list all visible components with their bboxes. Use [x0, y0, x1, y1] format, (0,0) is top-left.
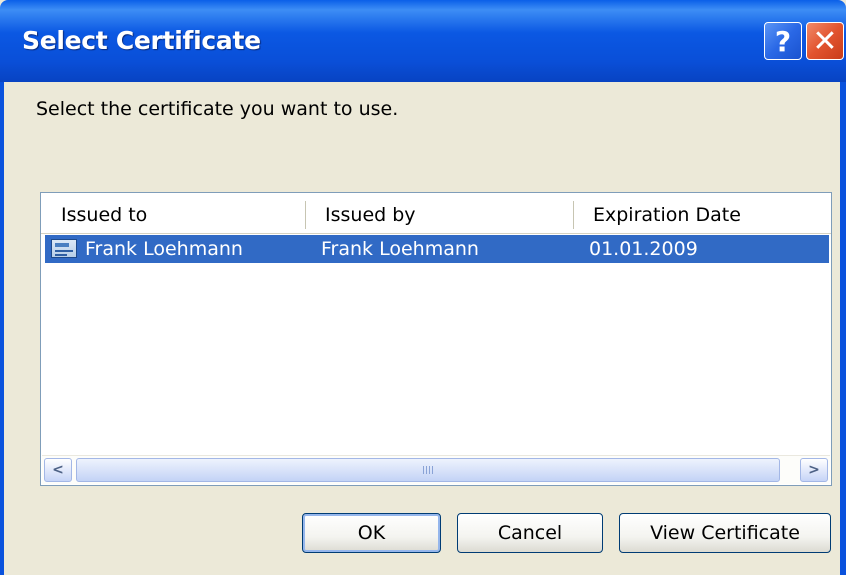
cancel-button[interactable]: Cancel: [457, 513, 603, 553]
window-frame-right: [840, 82, 846, 575]
close-button[interactable]: ✕: [806, 22, 844, 60]
column-divider[interactable]: [305, 201, 307, 229]
certificate-list[interactable]: Issued to Issued by Expiration Date Fran…: [40, 192, 832, 486]
select-certificate-dialog: Select Certificate ? ✕ Select the certif…: [0, 0, 846, 575]
help-button[interactable]: ?: [764, 22, 802, 60]
column-header-issued-to[interactable]: Issued to: [61, 193, 147, 233]
scrollbar-thumb[interactable]: [76, 458, 780, 482]
cell-issued-by: Frank Loehmann: [321, 238, 479, 260]
list-header: Issued to Issued by Expiration Date: [41, 193, 831, 234]
title-bar[interactable]: Select Certificate ? ✕: [0, 0, 846, 82]
instruction-text: Select the certificate you want to use.: [36, 98, 399, 120]
chevron-left-icon: <: [52, 462, 64, 478]
horizontal-scrollbar[interactable]: < >: [42, 455, 830, 484]
scroll-right-button[interactable]: >: [800, 458, 828, 482]
ok-button[interactable]: OK: [302, 513, 441, 553]
cell-expiration-date: 01.01.2009: [589, 238, 698, 260]
window-frame-left: [0, 82, 4, 575]
help-icon: ?: [774, 24, 792, 58]
chevron-right-icon: >: [808, 462, 820, 478]
scroll-left-button[interactable]: <: [44, 458, 72, 482]
column-header-issued-by[interactable]: Issued by: [325, 193, 416, 233]
close-icon: ✕: [812, 23, 838, 59]
column-divider[interactable]: [573, 201, 575, 229]
column-header-expiration-date[interactable]: Expiration Date: [593, 193, 741, 233]
cell-issued-to: Frank Loehmann: [85, 238, 243, 260]
view-certificate-button[interactable]: View Certificate: [619, 513, 831, 553]
grip-icon: [423, 466, 433, 474]
window-title: Select Certificate: [22, 26, 261, 55]
table-row[interactable]: Frank Loehmann Frank Loehmann 01.01.2009: [45, 235, 829, 263]
certificate-icon: [51, 239, 77, 258]
